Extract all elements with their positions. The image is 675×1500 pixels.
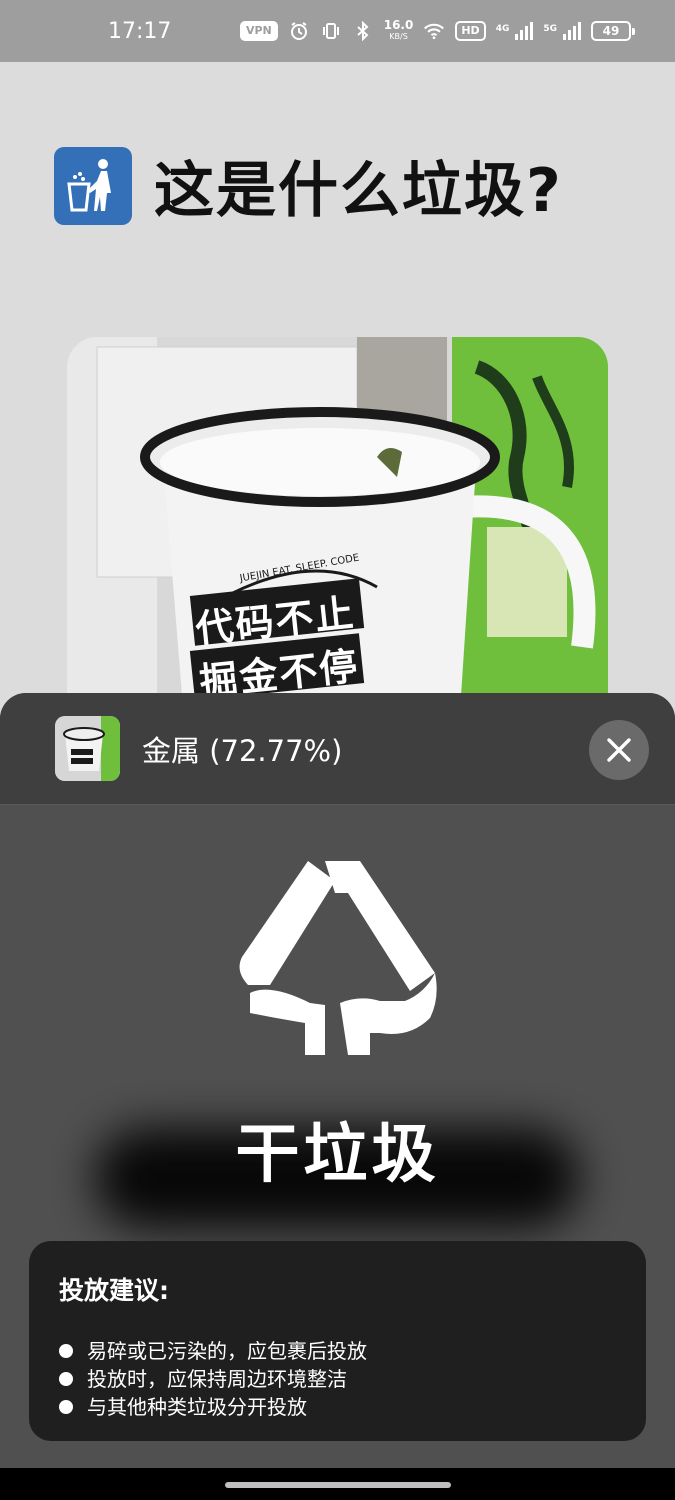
disposal-advice-card: 投放建议: 易碎或已污染的，应包裹后投放 投放时，应保持周边环境整洁 与其他种类…: [29, 1241, 646, 1441]
alarm-icon: [288, 20, 310, 42]
result-label: 金属 (72.77%): [142, 733, 343, 768]
network-type-1: 4G: [495, 24, 510, 34]
speed-unit: KB/S: [389, 32, 408, 41]
page-header: 这是什么垃圾?: [54, 142, 563, 229]
close-button[interactable]: [589, 720, 649, 780]
home-gesture-handle[interactable]: [225, 1482, 451, 1488]
battery-indicator: 49: [591, 21, 635, 41]
close-icon: [607, 738, 631, 762]
dry-waste-icon: [239, 861, 437, 1055]
trash-can-icon: [54, 146, 132, 225]
speed-value: 16.0: [383, 18, 414, 32]
advice-item: 易碎或已污染的，应包裹后投放: [59, 1337, 616, 1365]
status-icons: VPN 16.0 KB/S HD 4G 5G 49: [239, 18, 635, 42]
result-header: 金属 (72.77%): [0, 693, 675, 805]
advice-title: 投放建议:: [59, 1276, 169, 1305]
bluetooth-icon: [352, 20, 374, 42]
navigation-bar: [0, 1468, 675, 1500]
result-sheet: 金属 (72.77%) 干垃圾 投放建议: 易碎或已污染的，应包裹后投放 投放时…: [0, 693, 675, 1500]
network-type-2: 5G: [543, 24, 557, 34]
vpn-badge: VPN: [239, 21, 278, 41]
hd-badge: HD: [455, 21, 486, 41]
app-screen: 17:17 VPN 16.0 KB/S HD 4G 5G 49 这是什么垃圾? …: [0, 0, 675, 1500]
advice-list: 易碎或已污染的，应包裹后投放 投放时，应保持周边环境整洁 与其他种类垃圾分开投放: [59, 1337, 616, 1421]
signal-bars-1-icon: [515, 22, 534, 40]
wifi-icon: [423, 20, 445, 42]
advice-item: 与其他种类垃圾分开投放: [59, 1393, 616, 1421]
page-title: 这是什么垃圾?: [154, 156, 563, 226]
category-label: 干垃圾: [235, 1118, 440, 1192]
photo-thumbnail: [55, 716, 120, 781]
network-speed: 16.0 KB/S: [383, 18, 414, 42]
clock: 17:17: [108, 18, 172, 44]
vibrate-icon: [320, 20, 342, 42]
signal-bars-2-icon: [563, 22, 581, 40]
advice-item: 投放时，应保持周边环境整洁: [59, 1365, 616, 1393]
status-bar: 17:17 VPN 16.0 KB/S HD 4G 5G 49: [0, 0, 675, 62]
